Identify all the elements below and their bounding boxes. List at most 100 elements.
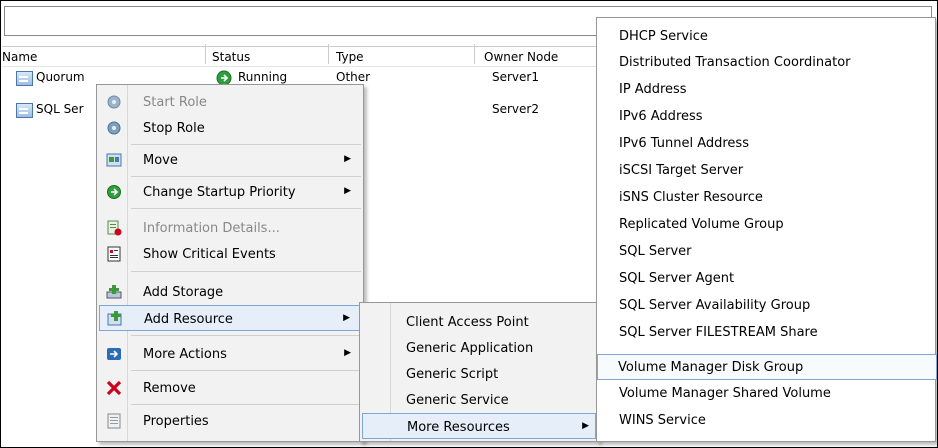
menu-separator <box>131 208 361 209</box>
menu-item-label: More Actions <box>143 347 227 362</box>
menu-item-label: IPv6 Address <box>619 109 703 124</box>
volume-manager-disk-group-item[interactable]: Volume Manager Disk Group <box>597 354 937 380</box>
role-status: Running <box>238 70 288 84</box>
submenu-arrow-icon: ▶ <box>344 348 351 358</box>
role-name: SQL Ser <box>36 102 84 116</box>
menu-item-label: Volume Manager Shared Volume <box>619 386 831 401</box>
column-header-status[interactable]: Status <box>212 50 250 64</box>
column-divider[interactable] <box>328 44 329 64</box>
sql-server-item[interactable]: SQL Server <box>599 239 933 265</box>
menu-separator <box>131 144 361 145</box>
more-actions-item[interactable]: More Actions ▶ <box>99 341 361 367</box>
client-access-point-item[interactable]: Client Access Point <box>362 309 596 335</box>
replicated-volume-group-item[interactable]: Replicated Volume Group <box>599 212 933 238</box>
role-name: Quorum <box>36 70 85 84</box>
menu-item-label: SQL Server <box>619 244 692 259</box>
priority-icon <box>106 184 122 200</box>
menu-item-label: Information Details... <box>143 221 280 236</box>
menu-item-label: iSCSI Target Server <box>619 163 744 178</box>
iscsi-target-server-item[interactable]: iSCSI Target Server <box>599 158 933 184</box>
volume-manager-shared-volume-item[interactable]: Volume Manager Shared Volume <box>599 381 933 407</box>
start-role-item[interactable]: Start Role <box>99 89 361 115</box>
menu-separator <box>131 176 361 177</box>
menu-item-label: More Resources <box>407 420 510 435</box>
role-type: Other <box>336 70 371 84</box>
ipv6-tunnel-address-item[interactable]: IPv6 Tunnel Address <box>599 131 933 157</box>
menu-item-label: Add Storage <box>143 285 224 300</box>
more-actions-icon <box>106 346 122 362</box>
move-icon <box>106 152 122 168</box>
stop-role-item[interactable]: Stop Role <box>99 115 361 141</box>
add-resource-icon <box>107 311 123 327</box>
sql-server-agent-item[interactable]: SQL Server Agent <box>599 266 933 292</box>
information-details-item[interactable]: Information Details... <box>99 215 361 241</box>
remove-item[interactable]: Remove <box>99 375 361 401</box>
column-header-type[interactable]: Type <box>336 50 364 64</box>
submenu-arrow-icon: ▶ <box>582 421 589 431</box>
menu-item-label: Client Access Point <box>406 315 529 330</box>
menu-item-label: Properties <box>143 414 209 429</box>
menu-item-label: SQL Server FILESTREAM Share <box>619 325 818 340</box>
submenu-arrow-icon: ▶ <box>343 313 350 323</box>
menu-separator <box>131 335 361 336</box>
sql-server-availability-group-item[interactable]: SQL Server Availability Group <box>599 293 933 319</box>
menu-item-label: Generic Application <box>406 341 534 356</box>
stop-role-icon <box>106 120 122 136</box>
menu-separator <box>131 370 361 371</box>
role-owner-node: Server2 <box>492 102 539 116</box>
menu-item-label: SQL Server Availability Group <box>619 298 811 313</box>
properties-item[interactable]: Properties <box>99 408 361 434</box>
distributed-transaction-coordinator-item[interactable]: Distributed Transaction Coordinator <box>599 50 933 76</box>
context-menu: Start Role Stop Role Move ▶ Change Start… <box>96 84 364 442</box>
sql-server-filestream-share-item[interactable]: SQL Server FILESTREAM Share <box>599 320 933 346</box>
change-startup-priority-item[interactable]: Change Startup Priority ▶ <box>99 179 361 205</box>
ipv6-address-item[interactable]: IPv6 Address <box>599 104 933 130</box>
isns-cluster-resource-item[interactable]: iSNS Cluster Resource <box>599 185 933 211</box>
more-resources-submenu: DHCP Service Distributed Transaction Coo… <box>596 17 937 442</box>
menu-item-label: DHCP Service <box>619 29 708 44</box>
menu-separator <box>131 404 361 405</box>
information-details-icon <box>106 220 122 236</box>
properties-icon <box>106 413 122 429</box>
menu-item-label: Distributed Transaction Coordinator <box>619 55 851 70</box>
column-header-owner-node[interactable]: Owner Node <box>484 50 558 64</box>
remove-icon <box>106 380 122 396</box>
cluster-role-icon <box>16 103 33 118</box>
move-item[interactable]: Move ▶ <box>99 147 361 173</box>
menu-item-label: Move <box>143 153 178 168</box>
wins-service-item[interactable]: WINS Service <box>599 408 933 434</box>
generic-application-item[interactable]: Generic Application <box>362 335 596 361</box>
column-divider[interactable] <box>205 44 206 64</box>
generic-service-item[interactable]: Generic Service <box>362 387 596 413</box>
dhcp-service-item[interactable]: DHCP Service <box>599 24 933 50</box>
cluster-role-icon <box>16 71 33 86</box>
critical-events-icon <box>106 246 122 262</box>
column-divider[interactable] <box>474 44 475 64</box>
column-header-name[interactable]: Name <box>2 50 37 64</box>
show-critical-events-item[interactable]: Show Critical Events <box>99 241 361 267</box>
menu-item-label: Generic Script <box>406 367 499 382</box>
menu-item-label: Replicated Volume Group <box>619 217 784 232</box>
add-resource-item[interactable]: Add Resource ▶ <box>99 305 361 331</box>
menu-item-label: Change Startup Priority <box>143 185 296 200</box>
ip-address-item[interactable]: IP Address <box>599 77 933 103</box>
menu-item-label: WINS Service <box>619 413 706 428</box>
start-role-icon <box>106 94 122 110</box>
menu-item-label: Add Resource <box>144 312 233 327</box>
menu-item-label: Volume Manager Disk Group <box>618 360 804 375</box>
submenu-arrow-icon: ▶ <box>344 186 351 196</box>
menu-item-label: Stop Role <box>143 121 205 136</box>
add-storage-item[interactable]: Add Storage <box>99 279 361 305</box>
role-owner-node: Server1 <box>492 70 539 84</box>
menu-item-label: Show Critical Events <box>143 247 276 262</box>
more-resources-item[interactable]: More Resources ▶ <box>362 413 596 439</box>
menu-item-label: iSNS Cluster Resource <box>619 190 763 205</box>
submenu-arrow-icon: ▶ <box>344 154 351 164</box>
add-storage-icon <box>106 284 122 300</box>
menu-item-label: IPv6 Tunnel Address <box>619 136 749 151</box>
menu-item-label: SQL Server Agent <box>619 271 735 286</box>
generic-script-item[interactable]: Generic Script <box>362 361 596 387</box>
menu-separator <box>131 271 361 272</box>
menu-item-label: Generic Service <box>406 393 509 408</box>
menu-item-label: Start Role <box>143 95 207 110</box>
